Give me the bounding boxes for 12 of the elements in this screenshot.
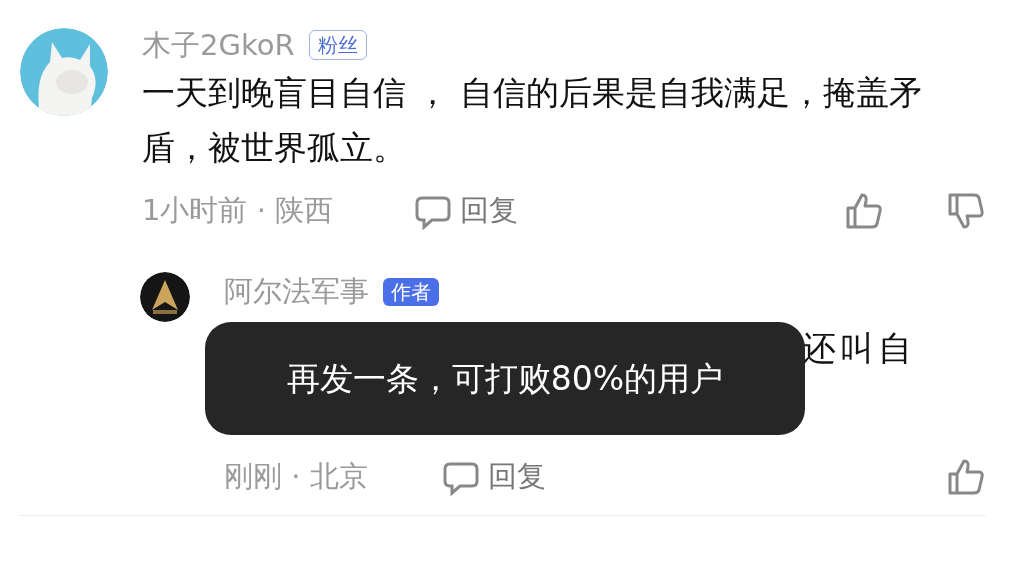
avatar[interactable] [140,272,190,323]
comment-text: 还叫自 [802,327,916,371]
reply-button[interactable]: 回复 [442,455,546,499]
username[interactable]: 木子2GkoR [142,28,295,63]
reply-button[interactable]: 回复 [414,188,518,233]
comment-text: 一天到晚盲目自信 ， 自信的后果是自我满足，掩盖矛盾，被世界孤立。 [142,71,923,169]
user-badge: 作者 [383,277,439,306]
username[interactable]: 阿尔法军事 [224,274,369,310]
user-badge: 粉丝 [308,30,367,61]
comment-meta: 刚刚 · 北京 [224,458,369,496]
toast-message: 再发一条，可打败80%的用户 [205,322,805,435]
comment-meta: 1小时前 · 陕西 [142,191,335,229]
